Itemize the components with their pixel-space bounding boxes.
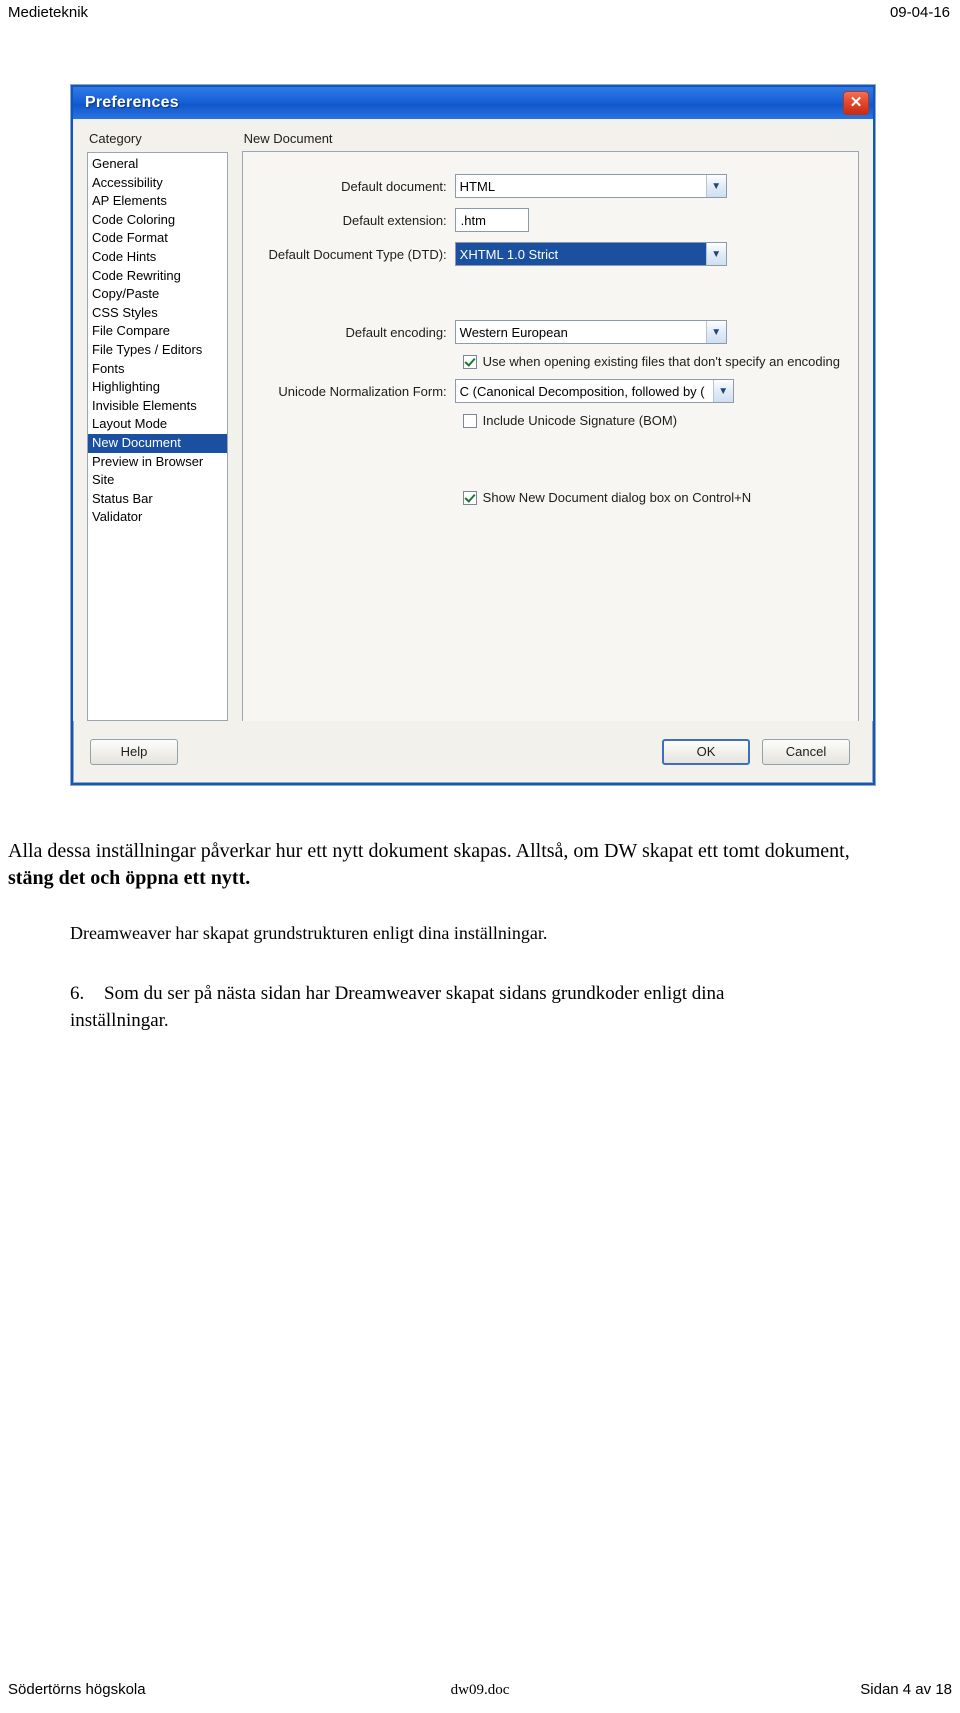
footer-institution: Södertörns högskola [8, 1681, 146, 1698]
ok-button[interactable]: OK [662, 738, 750, 765]
category-item-layout-mode[interactable]: Layout Mode [88, 415, 227, 434]
use-when-opening-label: Use when opening existing files that don… [482, 354, 840, 369]
dialog-titlebar: Preferences ✕ [73, 87, 873, 119]
panel-content: Default document: HTML ▼ Default extensi… [241, 151, 859, 721]
default-document-label: Default document: [341, 178, 447, 194]
spacer-above-encoding [247, 276, 840, 320]
dialog-button-bar: Help OK Cancel [73, 721, 873, 783]
default-document-select[interactable]: HTML ▼ [454, 174, 727, 198]
close-icon[interactable]: ✕ [843, 91, 869, 115]
cancel-button[interactable]: Cancel [762, 738, 850, 765]
paragraph-settings-note: Alla dessa inställningar påverkar hur et… [8, 838, 888, 892]
default-extension-label: Default extension: [342, 212, 447, 228]
footer-filename: dw09.doc [450, 1682, 510, 1698]
category-item-invisible-elements[interactable]: Invisible Elements [88, 397, 227, 416]
default-encoding-label: Default encoding: [345, 324, 447, 340]
default-encoding-select[interactable]: Western European ▼ [454, 320, 727, 344]
category-list[interactable]: General Accessibility AP Elements Code C… [87, 152, 228, 721]
category-heading: Category [89, 131, 142, 146]
dtd-row: Default Document Type (DTD): XHTML 1.0 S… [247, 242, 840, 266]
dialog-title: Preferences [85, 94, 179, 111]
preferences-dialog-screenshot: Preferences ✕ Category General Accessibi… [70, 84, 876, 786]
unicode-normalization-select[interactable]: C (Canonical Decomposition, followed by … [454, 379, 734, 403]
category-column: Category General Accessibility AP Elemen… [87, 131, 228, 721]
category-item-ap-elements[interactable]: AP Elements [88, 192, 227, 211]
category-item-code-format[interactable]: Code Format [88, 229, 227, 248]
category-item-highlighting[interactable]: Highlighting [88, 378, 227, 397]
page-header: Medieteknik 09-04-16 [0, 0, 960, 30]
dtd-label: Default Document Type (DTD): [268, 246, 447, 262]
include-bom-label: Include Unicode Signature (BOM) [482, 413, 678, 428]
chevron-down-icon[interactable]: ▼ [705, 243, 726, 265]
category-item-file-compare[interactable]: File Compare [88, 322, 227, 341]
dialog-action-buttons: OK Cancel [662, 738, 850, 765]
panel-title: New Document [243, 131, 333, 146]
include-bom-row[interactable]: Include Unicode Signature (BOM) [462, 413, 840, 428]
unicode-normalization-row: Unicode Normalization Form: C (Canonical… [247, 379, 840, 403]
preferences-dialog: Preferences ✕ Category General Accessibi… [71, 85, 875, 785]
include-bom-checkbox[interactable] [462, 413, 477, 428]
unicode-normalization-value: C (Canonical Decomposition, followed by … [459, 383, 705, 399]
default-extension-input[interactable]: .htm [454, 208, 529, 232]
unicode-normalization-label: Unicode Normalization Form: [278, 383, 447, 399]
dtd-select[interactable]: XHTML 1.0 Strict ▼ [454, 242, 727, 266]
list-item: 6. Som du ser på nästa sidan har Dreamwe… [70, 980, 888, 1034]
show-new-document-checkbox[interactable] [462, 490, 477, 505]
chevron-down-icon[interactable]: ▼ [712, 380, 733, 402]
category-item-accessibility[interactable]: Accessibility [88, 174, 227, 193]
category-item-code-coloring[interactable]: Code Coloring [88, 211, 227, 230]
settings-panel: New Document Default document: HTML ▼ De… [241, 131, 859, 721]
category-item-new-document[interactable]: New Document [88, 433, 227, 453]
category-item-code-hints[interactable]: Code Hints [88, 248, 227, 267]
page-footer: Södertörns högskola dw09.doc Sidan 4 av … [0, 1681, 960, 1699]
default-extension-row: Default extension: .htm [247, 208, 840, 232]
category-item-copy-paste[interactable]: Copy/Paste [88, 285, 227, 304]
list-item-text-line2: inställningar. [70, 1010, 169, 1031]
category-item-file-types-editors[interactable]: File Types / Editors [88, 341, 227, 360]
list-item-body: Som du ser på nästa sidan har Dreamweave… [70, 980, 888, 1034]
use-when-opening-row[interactable]: Use when opening existing files that don… [462, 354, 840, 369]
category-item-status-bar[interactable]: Status Bar [88, 490, 227, 509]
list-item-text: Som du ser på nästa sidan har Dreamweave… [104, 983, 725, 1004]
page-header-title: Medieteknik [8, 4, 89, 21]
paragraph-settings-note-plain: Alla dessa inställningar påverkar hur et… [8, 840, 850, 862]
category-item-general[interactable]: General [88, 155, 227, 174]
footer-page-number: Sidan 4 av 18 [860, 1681, 953, 1698]
default-document-value: HTML [459, 178, 496, 194]
use-when-opening-checkbox[interactable] [462, 354, 477, 369]
category-item-site[interactable]: Site [88, 471, 227, 490]
chevron-down-icon[interactable]: ▼ [705, 175, 726, 197]
paragraph-structure-note: Dreamweaver har skapat grundstrukturen e… [70, 923, 548, 943]
page-header-date: 09-04-16 [889, 4, 950, 21]
paragraph-settings-note-bold: stäng det och öppna ett nytt. [8, 867, 251, 889]
default-encoding-row: Default encoding: Western European ▼ [247, 320, 840, 344]
document-body-text: Alla dessa inställningar påverkar hur et… [8, 838, 888, 1034]
spacer-above-show-new-doc [247, 438, 840, 490]
category-item-preview-in-browser[interactable]: Preview in Browser [88, 453, 227, 472]
show-new-document-label: Show New Document dialog box on Control+… [482, 490, 752, 505]
show-new-document-row[interactable]: Show New Document dialog box on Control+… [462, 490, 840, 505]
category-item-fonts[interactable]: Fonts [88, 360, 227, 379]
default-encoding-value: Western European [459, 324, 568, 340]
dialog-body: Category General Accessibility AP Elemen… [73, 119, 873, 721]
chevron-down-icon[interactable]: ▼ [705, 321, 726, 343]
category-item-validator[interactable]: Validator [88, 508, 227, 527]
category-item-code-rewriting[interactable]: Code Rewriting [88, 267, 227, 286]
category-item-css-styles[interactable]: CSS Styles [88, 304, 227, 323]
default-document-row: Default document: HTML ▼ [247, 174, 840, 198]
dtd-value: XHTML 1.0 Strict [455, 243, 706, 265]
help-button[interactable]: Help [90, 738, 178, 765]
